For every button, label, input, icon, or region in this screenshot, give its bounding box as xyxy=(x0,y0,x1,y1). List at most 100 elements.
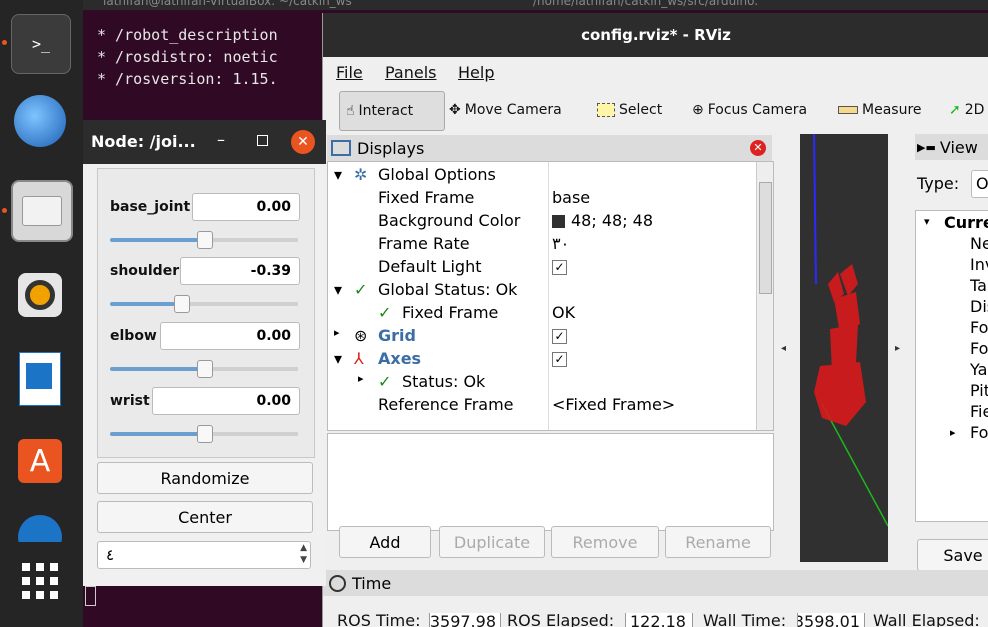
tool-measure[interactable]: Measure xyxy=(832,91,928,129)
joint-slider[interactable] xyxy=(110,295,298,313)
tool-move-camera[interactable]: ✥ Move Camera xyxy=(443,91,568,129)
menu-file[interactable]: File xyxy=(336,63,363,82)
joint-slider[interactable] xyxy=(110,360,298,378)
expand-icon[interactable]: ▾ xyxy=(334,280,342,299)
slider-thumb[interactable] xyxy=(197,425,213,443)
slider-thumb[interactable] xyxy=(197,231,213,249)
view-type-select[interactable]: O xyxy=(971,170,988,198)
checkbox[interactable]: ✓ xyxy=(552,352,567,367)
close-icon[interactable]: ✕ xyxy=(291,130,315,154)
tool-select[interactable]: Select xyxy=(591,91,668,129)
tool-focus-camera[interactable]: ⊕ Focus Camera xyxy=(686,91,813,129)
spin-arrows-icon[interactable]: ▲ ▼ xyxy=(300,542,307,566)
joint-slider[interactable] xyxy=(110,231,298,249)
tree-value[interactable]: ✓ xyxy=(552,326,567,345)
show-apps-icon[interactable] xyxy=(11,552,69,610)
collapse-left-icon[interactable]: ◂ xyxy=(781,343,786,354)
tree-row[interactable]: ▸ ✓ Status: Ok xyxy=(328,371,773,394)
views-tree-item[interactable]: Fo xyxy=(970,339,988,358)
tool-interact[interactable]: ☝ Interact xyxy=(339,91,445,131)
tool-2d-nav[interactable]: ➚ 2D xyxy=(943,91,988,129)
views-tree-item[interactable]: Fo xyxy=(970,423,988,442)
menu-panels[interactable]: Panels xyxy=(385,63,437,82)
views-tree-item[interactable]: Ya xyxy=(970,360,987,379)
expand-icon[interactable]: ▸ xyxy=(950,426,956,439)
collapse-right-icon[interactable]: ▸ xyxy=(895,343,900,354)
views-tree-item[interactable]: Pit xyxy=(970,381,988,400)
maximize-icon[interactable] xyxy=(257,135,268,146)
help-icon[interactable] xyxy=(11,512,69,542)
views-tree-item[interactable]: Fie xyxy=(970,402,988,421)
terminal-icon[interactable]: >_ xyxy=(11,14,71,74)
tree-row[interactable]: Background Color 48; 48; 48 xyxy=(328,210,773,233)
tree-row[interactable]: Reference Frame <Fixed Frame> xyxy=(328,394,773,417)
add-button[interactable]: Add xyxy=(339,526,431,558)
tree-row[interactable]: ▾ ✲ Global Options xyxy=(328,164,773,187)
render-view[interactable] xyxy=(800,134,888,562)
displays-scrollbar[interactable] xyxy=(756,162,773,430)
tree-row[interactable]: ▾ ✓ Global Status: Ok xyxy=(328,279,773,302)
hand-icon: ☝ xyxy=(346,103,355,119)
remove-button[interactable]: Remove xyxy=(551,526,659,558)
tree-value[interactable]: 48; 48; 48 xyxy=(552,211,653,230)
tree-value[interactable]: ✓ xyxy=(552,349,567,368)
save-button[interactable]: Save xyxy=(917,539,988,571)
views-tree-item[interactable]: Dis xyxy=(970,297,988,316)
expand-icon[interactable]: ▾ xyxy=(334,165,342,184)
tool-bar: ☝ Interact ✥ Move Camera Select ⊕ Focus Cam… xyxy=(323,87,988,135)
displays-tree[interactable]: ▾ ✲ Global Options Fixed Frame base Back… xyxy=(327,161,774,431)
checkbox[interactable]: ✓ xyxy=(552,260,567,275)
expand-icon[interactable]: ▾ xyxy=(924,215,930,228)
expand-icon[interactable]: ▸ xyxy=(334,326,340,339)
camera-icon: ▶▬ xyxy=(917,140,936,154)
views-tree-item[interactable]: Fo xyxy=(970,318,988,337)
tree-value[interactable]: ٣٠ xyxy=(552,234,569,253)
rename-button[interactable]: Rename xyxy=(665,526,771,558)
tree-value[interactable]: base xyxy=(552,188,590,207)
joint-value-input[interactable]: -0.39 xyxy=(180,257,300,285)
expand-icon[interactable]: ▾ xyxy=(334,349,342,368)
views-tree-item[interactable]: Curre xyxy=(944,213,988,232)
close-panel-icon[interactable]: ✕ xyxy=(750,140,766,156)
terminal-title-left: lathifah@lathifah-VirtualBox: ~/catkin_w… xyxy=(103,0,352,8)
views-tree-item[interactable]: Ta xyxy=(970,276,987,295)
duplicate-button[interactable]: Duplicate xyxy=(439,526,545,558)
checkbox[interactable]: ✓ xyxy=(552,329,567,344)
spinbox[interactable]: ٤ ▲ ▼ xyxy=(97,541,311,569)
type-label: Type: xyxy=(917,174,960,193)
tree-row[interactable]: Fixed Frame base xyxy=(328,187,773,210)
slider-thumb[interactable] xyxy=(174,295,190,313)
tree-value[interactable]: ✓ xyxy=(552,257,567,276)
randomize-button[interactable]: Randomize xyxy=(97,462,313,494)
scroll-thumb[interactable] xyxy=(759,182,772,294)
joint-value-input[interactable]: 0.00 xyxy=(192,193,300,221)
tree-row[interactable]: ▸ ⊛ Grid ✓ xyxy=(328,325,773,348)
wall-time-value: 3598.01 xyxy=(797,613,860,627)
thunderbird-icon[interactable] xyxy=(11,92,69,150)
wall-time-field[interactable]: 3598.01 xyxy=(797,613,865,627)
joint-value-input[interactable]: 0.00 xyxy=(152,387,300,415)
views-tree-item[interactable]: Ne xyxy=(970,234,988,253)
ros-elapsed-field[interactable]: 122.18 xyxy=(625,613,693,627)
tree-key: Background Color xyxy=(378,211,521,230)
rhythmbox-icon[interactable] xyxy=(11,266,69,324)
tree-row[interactable]: Default Light ✓ xyxy=(328,256,773,279)
joint-value-input[interactable]: 0.00 xyxy=(160,322,300,350)
libreoffice-writer-icon[interactable] xyxy=(11,350,69,408)
menu-help[interactable]: Help xyxy=(458,63,494,82)
views-tree[interactable]: ▾ Curre Ne Inv Ta Dis Fo Fo Ya Pit Fie ▸… xyxy=(915,210,988,522)
displays-panel-header: Displays ✕ xyxy=(327,135,772,161)
tree-value[interactable]: <Fixed Frame> xyxy=(552,395,675,414)
slider-thumb[interactable] xyxy=(197,360,213,378)
views-tree-item[interactable]: Inv xyxy=(970,255,988,274)
software-icon[interactable]: A xyxy=(11,432,69,490)
tree-row[interactable]: Frame Rate ٣٠ xyxy=(328,233,773,256)
tree-row[interactable]: ▾ ⅄ Axes ✓ xyxy=(328,348,773,371)
files-icon[interactable] xyxy=(11,180,73,242)
joint-slider[interactable] xyxy=(110,425,298,443)
tree-row[interactable]: ✓ Fixed Frame OK xyxy=(328,302,773,325)
minimize-icon[interactable]: – xyxy=(217,130,225,149)
ros-time-field[interactable]: 3597.98 xyxy=(429,613,501,627)
center-button[interactable]: Center xyxy=(97,501,313,533)
expand-icon[interactable]: ▸ xyxy=(358,372,364,385)
